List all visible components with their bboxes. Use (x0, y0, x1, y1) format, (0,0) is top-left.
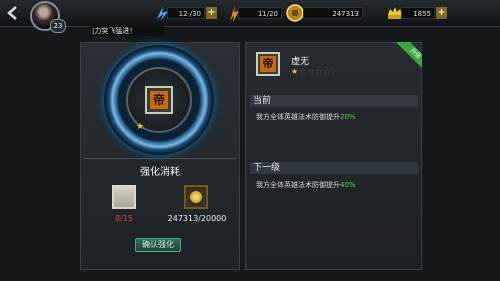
next-level-header: 下一级 (250, 162, 418, 174)
upgrade-ribbon: 升级 (395, 42, 422, 69)
news-ticker: |力突飞猛进！ (90, 26, 164, 36)
skill-glyph: 帝 (150, 91, 168, 109)
gold-value: 247313 (303, 7, 363, 19)
back-arrow-icon[interactable] (4, 4, 22, 22)
star-icon: ★ (136, 122, 145, 132)
resource-gold: 247313 (285, 3, 363, 23)
ribbon-label: 升级 (395, 42, 422, 69)
coin-icon (190, 191, 202, 203)
scroll-icon[interactable] (112, 185, 136, 209)
resource-energy: 11/20 (224, 3, 282, 23)
gold-coin-icon (286, 4, 304, 22)
current-desc-value: 20% (340, 113, 356, 121)
skill-name: 虚无 (291, 57, 310, 67)
skill-detail-icon: 帝 (256, 52, 280, 76)
ingot-value: 1855 (401, 7, 435, 19)
gold-count: 247313/20000 (167, 214, 227, 223)
resource-ingot: 1855 + (385, 3, 447, 23)
skill-stars: ★☆☆☆☆ (291, 67, 332, 76)
add-ingot-button[interactable]: + (436, 7, 447, 19)
next-level-description: 我方全体英雄法术防御提升40% (256, 180, 356, 190)
skill-icon[interactable]: 帝 (145, 86, 173, 114)
resource-stamina: 12 /30 + (153, 3, 217, 23)
current-level-description: 我方全体英雄法术防御提升20% (256, 112, 356, 122)
divider (84, 158, 236, 159)
current-level-header: 当前 (250, 95, 418, 107)
star-empty-icon: ☆☆☆☆ (299, 67, 332, 76)
add-stamina-button[interactable]: + (206, 7, 217, 19)
gold-pile-icon[interactable] (184, 185, 208, 209)
top-bar: 12 /30 + 11/20 247313 1855 + (0, 0, 500, 27)
star-filled-icon: ★ (291, 67, 300, 76)
skill-info-panel (245, 42, 422, 270)
player-level-badge: 23 (50, 19, 66, 33)
energy-value: 11/20 (238, 7, 282, 19)
cost-title: 强化消耗 (140, 167, 180, 178)
confirm-enhance-button[interactable]: 确认强化 (135, 238, 181, 252)
next-desc-value: 40% (340, 181, 356, 189)
current-desc-text: 我方全体英雄法术防御提升 (256, 113, 340, 121)
scroll-count: 8/15 (115, 214, 133, 223)
next-desc-text: 我方全体英雄法术防御提升 (256, 181, 340, 189)
skill-detail-glyph: 帝 (260, 56, 276, 72)
stamina-value: 12 /30 (167, 7, 205, 19)
